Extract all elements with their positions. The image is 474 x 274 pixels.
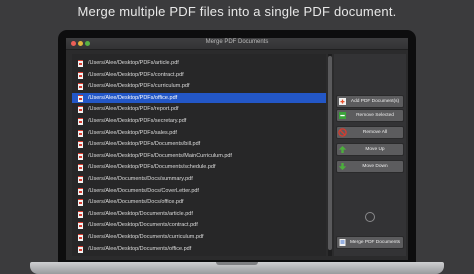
pdf-file-icon — [78, 222, 83, 230]
file-row[interactable]: /Users/Alee/Desktop/Documents/article.pd… — [72, 209, 326, 219]
file-row[interactable]: /Users/Alee/Desktop/PDFs/contract.pdf — [72, 70, 326, 80]
arrow-up-icon — [338, 146, 347, 153]
remove-selected-button[interactable]: Remove Selected — [336, 109, 404, 122]
pdf-file-icon — [78, 83, 83, 91]
pdf-file-icon — [78, 94, 83, 102]
remove-selected-label: Remove Selected — [356, 113, 394, 118]
file-row[interactable]: /Users/Alee/Desktop/PDFs/curriculum.pdf — [72, 81, 326, 91]
file-path: /Users/Alee/Desktop/PDFs/office.pdf — [88, 94, 178, 101]
titlebar: Merge PDF Documents — [66, 38, 408, 50]
merge-button[interactable]: Merge PDF Documents — [336, 236, 404, 249]
remove-all-button[interactable]: Remove All — [336, 126, 404, 139]
file-path: /Users/Alee/Desktop/PDFs/curriculum.pdf — [88, 83, 190, 90]
add-document-icon — [339, 98, 346, 105]
progress-spinner — [365, 212, 375, 222]
file-row[interactable]: /Users/Alee/Desktop/PDFs/article.pdf — [72, 58, 326, 68]
remove-all-icon — [338, 128, 347, 137]
file-row[interactable]: /Users/Alee/Desktop/Documents/curriculum… — [72, 232, 326, 242]
pdf-file-icon — [78, 199, 83, 207]
add-pdf-label: Add PDF Document(s) — [350, 99, 400, 104]
pdf-file-icon — [78, 245, 83, 253]
file-row[interactable]: /Users/Alee/Desktop/PDFs/Documents/bill.… — [72, 139, 326, 149]
action-panel: Add PDF Document(s) Remove Selected Remo… — [334, 54, 406, 256]
pdf-file-icon — [78, 164, 83, 172]
file-path: /Users/Alee/Desktop/Documents/office.pdf — [88, 245, 192, 252]
file-path: /Users/Alee/Desktop/PDFs/sales.pdf — [88, 129, 177, 136]
file-path: /Users/Alee/Desktop/PDFs/Documents/bill.… — [88, 141, 201, 148]
file-path: /Users/Alee/Desktop/PDFs/Documents/sched… — [88, 164, 216, 171]
file-path: /Users/Alee/Desktop/PDFs/article.pdf — [88, 60, 179, 66]
arrow-down-icon — [338, 163, 347, 170]
file-path: /Users/Alee/Documents/Docs/office.pdf — [88, 199, 184, 206]
file-row[interactable]: /Users/Alee/Desktop/PDFs/Documents/sched… — [72, 162, 326, 172]
file-row[interactable]: /Users/Alee/Desktop/PDFs/office.pdf — [72, 92, 326, 103]
pdf-file-icon — [78, 71, 83, 79]
file-row[interactable]: /Users/Alee/Desktop/PDFs/secretary.pdf — [72, 116, 326, 126]
laptop-notch — [216, 262, 258, 265]
move-up-button[interactable]: Move Up — [336, 143, 404, 156]
file-path: /Users/Alee/Desktop/PDFs/contract.pdf — [88, 71, 184, 78]
merge-label: Merge PDF Documents — [349, 240, 401, 245]
pdf-file-icon — [78, 210, 83, 218]
file-path: /Users/Alee/Desktop/PDFs/secretary.pdf — [88, 118, 187, 124]
pdf-file-icon — [78, 141, 83, 149]
file-path: /Users/Alee/Desktop/Documents/contract.p… — [88, 222, 198, 229]
add-pdf-button[interactable]: Add PDF Document(s) — [336, 95, 404, 108]
file-list[interactable]: /Users/Alee/Desktop/PDFs/article.pdf/Use… — [72, 54, 326, 256]
pdf-file-icon — [78, 152, 83, 160]
file-row[interactable]: /Users/Alee/Desktop/PDFs/report.pdf — [72, 104, 326, 114]
file-row[interactable]: /Users/Alee/Desktop/PDFs/Documents/MainC… — [72, 151, 326, 161]
file-row[interactable]: /Users/Alee/Desktop/PDFs/sales.pdf — [72, 128, 326, 138]
pdf-file-icon — [78, 234, 83, 241]
file-row[interactable]: /Users/Alee/Desktop/Documents/office.pdf — [72, 244, 326, 254]
pdf-file-icon — [78, 106, 83, 114]
file-path: /Users/Alee/Desktop/Documents/article.pd… — [88, 210, 193, 217]
pdf-file-icon — [78, 129, 83, 137]
file-row[interactable]: /Users/Alee/Documents/Docs/office.pdf — [72, 197, 326, 207]
file-path: /Users/Alee/Documents/Docs/summary.pdf — [88, 176, 193, 182]
pdf-file-icon — [78, 118, 83, 125]
move-down-button[interactable]: Move Down — [336, 160, 404, 173]
pdf-file-icon — [78, 187, 83, 195]
remove-all-label: Remove All — [362, 130, 388, 135]
merge-document-icon — [339, 239, 346, 246]
pdf-file-icon — [78, 176, 83, 183]
move-up-label: Move Up — [365, 147, 385, 152]
remove-selected-icon — [339, 112, 346, 119]
file-row[interactable]: /Users/Alee/Desktop/Documents/contract.p… — [72, 220, 326, 230]
pdf-file-icon — [78, 60, 83, 67]
move-down-label: Move Down — [362, 164, 388, 169]
file-path: /Users/Alee/Desktop/Documents/curriculum… — [88, 234, 204, 240]
app-window: Merge PDF Documents /Users/Alee/Desktop/… — [66, 38, 408, 260]
file-row[interactable]: /Users/Alee/Documents/Docs/summary.pdf — [72, 174, 326, 184]
headline: Merge multiple PDF files into a single P… — [77, 4, 397, 19]
file-path: /Users/Alee/Documents/Docs/CoverLetter.p… — [88, 187, 199, 194]
file-row[interactable]: /Users/Alee/Documents/Docs/CoverLetter.p… — [72, 186, 326, 196]
scrollbar-thumb[interactable] — [328, 56, 332, 250]
file-path: /Users/Alee/Desktop/PDFs/Documents/MainC… — [88, 152, 232, 159]
file-path: /Users/Alee/Desktop/PDFs/report.pdf — [88, 106, 179, 113]
window-title: Merge PDF Documents — [205, 39, 269, 45]
list-scrollbar[interactable] — [328, 54, 332, 256]
